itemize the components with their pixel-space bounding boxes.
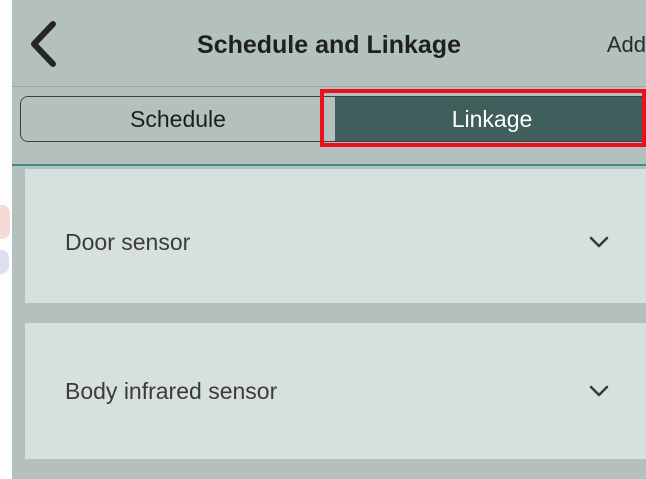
chevron-down-icon [589, 236, 609, 248]
page-title: Schedule and Linkage [197, 31, 461, 59]
linkage-item-label: Body infrared sensor [65, 377, 278, 404]
linkage-item-door-sensor[interactable]: Door sensor [25, 169, 646, 303]
background-decoration [0, 205, 10, 239]
chevron-down-icon [589, 385, 609, 397]
linkage-item-body-infrared-sensor[interactable]: Body infrared sensor [25, 323, 646, 459]
expand-button[interactable] [588, 175, 610, 309]
expand-button[interactable] [588, 323, 610, 459]
background-edge [0, 0, 12, 479]
tab-linkage[interactable]: Linkage [335, 97, 646, 141]
linkage-list: Door sensor Body infrared sensor [12, 166, 646, 479]
chevron-left-icon [31, 21, 56, 67]
tab-bar: Schedule Linkage [20, 96, 646, 142]
back-button[interactable] [18, 14, 68, 74]
schedule-linkage-screen: Schedule and Linkage Add Schedule Linkag… [12, 0, 646, 479]
tab-schedule[interactable]: Schedule [21, 97, 335, 141]
linkage-item-label: Door sensor [65, 228, 191, 255]
background-decoration [0, 250, 9, 274]
add-button[interactable]: Add [607, 0, 646, 86]
header-bar: Schedule and Linkage Add [12, 0, 646, 87]
